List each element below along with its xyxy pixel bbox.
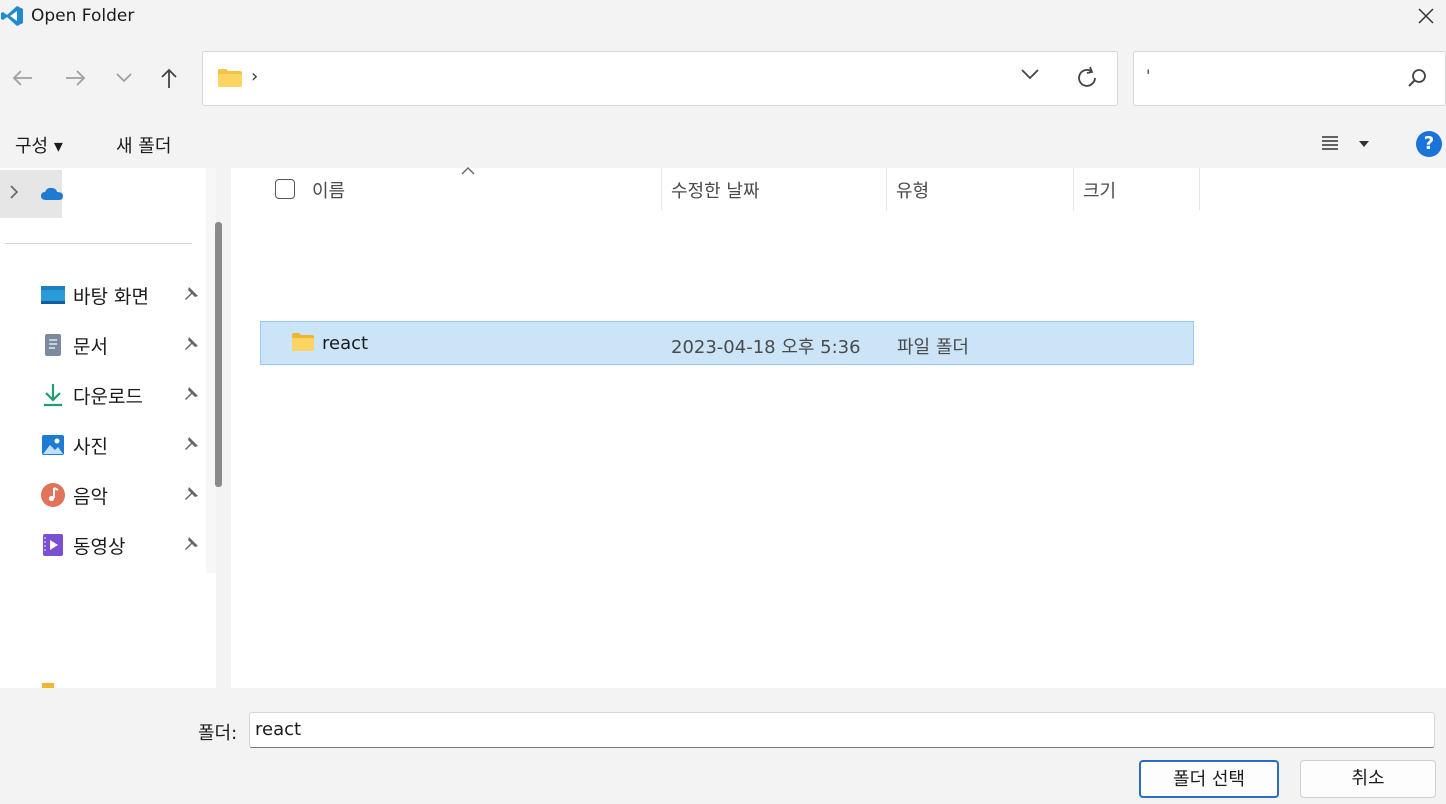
command-bar: 구성 ▾ 새 폴더 ? <box>0 120 1446 168</box>
sidebar-item-music[interactable]: 음악 <box>40 474 210 514</box>
title-bar: Open Folder <box>0 0 1446 38</box>
document-icon <box>45 334 61 356</box>
new-folder-button[interactable]: 새 폴더 <box>116 132 171 158</box>
sidebar-item-downloads[interactable]: 다운로드 <box>40 374 210 414</box>
sidebar-item-desktop[interactable]: 바탕 화면 <box>40 274 210 314</box>
column-header-type[interactable]: 유형 <box>887 168 1074 210</box>
folder-name-value[interactable]: react <box>255 719 301 740</box>
arrow-right-icon <box>66 70 86 86</box>
view-options-caret-icon[interactable] <box>1358 140 1370 148</box>
sort-ascending-icon <box>461 167 475 175</box>
vscode-icon <box>1 6 23 26</box>
view-list-icon[interactable] <box>1320 133 1340 153</box>
sidebar-item-label: 동영상 <box>73 536 126 558</box>
folder-icon <box>218 69 242 87</box>
navigation-pane: 바탕 화면 문서 다운로드 사진 음악 동영상 <box>0 168 216 688</box>
sidebar-item-pictures[interactable]: 사진 <box>40 424 210 464</box>
column-header-row: 이름 수정한 날짜 유형 크기 <box>231 167 1201 210</box>
pin-icon[interactable] <box>183 386 199 402</box>
search-box[interactable]: ' <box>1133 51 1446 106</box>
file-modified-date: 2023-04-18 오후 5:36 <box>671 337 861 358</box>
column-header-modified[interactable]: 수정한 날짜 <box>662 168 887 210</box>
column-label-modified: 수정한 날짜 <box>671 181 760 202</box>
help-button[interactable]: ? <box>1416 131 1442 157</box>
forward-button[interactable] <box>60 62 92 94</box>
expand-chevron-icon[interactable] <box>8 184 20 200</box>
column-header-size[interactable]: 크기 <box>1074 168 1200 210</box>
sidebar-item-label: 음악 <box>73 486 108 508</box>
select-folder-button[interactable]: 폴더 선택 <box>1139 760 1279 798</box>
recent-locations-button[interactable] <box>108 62 140 94</box>
pin-icon[interactable] <box>183 486 199 502</box>
refresh-icon[interactable] <box>1075 66 1099 90</box>
file-name: react <box>322 333 369 354</box>
pin-icon[interactable] <box>183 536 199 552</box>
file-list: 이름 수정한 날짜 유형 크기 react 2023-04-18 오후 5:36… <box>231 167 1446 688</box>
sidebar-item-label: 다운로드 <box>73 386 143 408</box>
desktop-icon <box>41 286 65 304</box>
organize-menu[interactable]: 구성 ▾ <box>15 132 63 158</box>
address-dropdown-icon[interactable] <box>1021 68 1039 80</box>
open-folder-dialog: Open Folder › ' 구성 ▾ 새 폴더 ? 바탕 화면 문서 다운로… <box>0 0 1446 804</box>
folder-field-label: 폴더: <box>198 723 238 744</box>
close-button[interactable] <box>1406 0 1446 32</box>
sidebar-item-label: 문서 <box>73 336 108 358</box>
folder-name-field[interactable]: react <box>249 712 1435 748</box>
search-input[interactable]: ' <box>1146 66 1150 85</box>
address-bar[interactable]: › <box>202 51 1118 106</box>
music-icon <box>41 483 65 507</box>
chevron-down-icon <box>116 73 132 83</box>
search-icon <box>1408 69 1426 87</box>
column-header-name[interactable]: 이름 <box>231 167 662 210</box>
back-button[interactable] <box>6 62 38 94</box>
arrow-left-icon <box>12 70 32 86</box>
arrow-up-icon <box>161 68 177 88</box>
sidebar-item-label: 사진 <box>73 436 108 458</box>
sidebar-item-videos[interactable]: 동영상 <box>40 524 210 564</box>
column-label-size: 크기 <box>1083 181 1117 202</box>
folder-icon <box>292 333 314 351</box>
column-label-name: 이름 <box>312 181 346 202</box>
dialog-footer: 폴더: react 폴더 선택 취소 <box>0 688 1446 804</box>
breadcrumb-separator[interactable]: › <box>251 66 258 87</box>
sidebar-divider <box>5 243 192 244</box>
file-type: 파일 폴더 <box>897 337 969 358</box>
download-icon <box>44 384 62 407</box>
sidebar-item-documents[interactable]: 문서 <box>40 324 210 364</box>
video-icon <box>43 534 63 556</box>
pin-icon[interactable] <box>183 286 199 302</box>
column-label-type: 유형 <box>896 181 930 202</box>
select-all-checkbox[interactable] <box>275 179 295 199</box>
onedrive-cloud-icon <box>41 187 63 200</box>
cancel-button[interactable]: 취소 <box>1300 760 1436 798</box>
up-button[interactable] <box>153 62 185 94</box>
onedrive-node[interactable] <box>0 170 63 218</box>
table-row[interactable]: react 2023-04-18 오후 5:36 파일 폴더 <box>260 321 1194 365</box>
sidebar-item-label: 바탕 화면 <box>73 286 149 308</box>
pin-icon[interactable] <box>183 436 199 452</box>
pictures-icon <box>42 435 64 455</box>
window-title: Open Folder <box>31 6 135 26</box>
sidebar-scrollbar-thumb[interactable] <box>215 222 222 487</box>
navigation-bar: › ' <box>0 38 1446 120</box>
close-icon <box>1418 8 1434 24</box>
pin-icon[interactable] <box>183 336 199 352</box>
